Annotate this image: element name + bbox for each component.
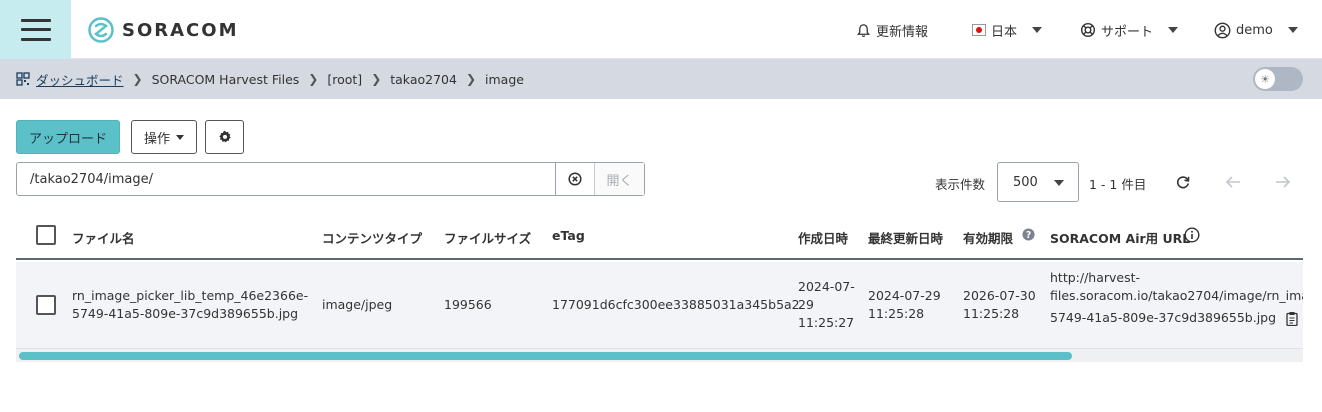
per-page-value: 500 bbox=[1013, 174, 1038, 190]
path-input[interactable] bbox=[17, 163, 555, 195]
clipboard-icon[interactable] bbox=[1286, 311, 1298, 326]
column-header-etag[interactable]: eTag bbox=[552, 228, 585, 243]
url-line: http://harvest- bbox=[1050, 270, 1141, 285]
updated-line: 2024-07-29 bbox=[868, 288, 941, 303]
column-header-created[interactable]: 作成日時 bbox=[798, 228, 848, 247]
refresh-button[interactable] bbox=[1172, 171, 1194, 193]
user-icon bbox=[1214, 22, 1231, 38]
result-range: 1 - 1 件目 bbox=[1089, 177, 1147, 192]
expires-line: 2026-07-30 bbox=[963, 288, 1036, 303]
support-menu[interactable]: サポート bbox=[1080, 20, 1179, 40]
breadcrumb-image: image bbox=[485, 71, 524, 87]
cell-file-size: 199566 bbox=[444, 297, 492, 312]
breadcrumb-takao2704[interactable]: takao2704 bbox=[390, 72, 457, 87]
arrow-left-icon bbox=[1225, 176, 1240, 188]
breadcrumb-harvest-files[interactable]: SORACOM Harvest Files bbox=[152, 72, 300, 87]
bell-icon bbox=[857, 23, 870, 37]
gear-icon bbox=[218, 130, 231, 143]
chevron-right-icon: ❯ bbox=[371, 72, 382, 86]
cell-created: 2024-07- 29 11:25:27 bbox=[798, 278, 855, 332]
language-selector[interactable]: 日本 bbox=[972, 20, 1043, 40]
top-header: SORACOM 更新情報 日本 サポート demo bbox=[0, 0, 1322, 59]
table-header: ファイル名 コンテンツタイプ ファイルサイズ eTag 作成日時 最終更新日時 … bbox=[16, 212, 1303, 260]
column-header-filename[interactable]: ファイル名 bbox=[72, 228, 135, 247]
path-field: 開く bbox=[16, 162, 645, 196]
caret-down-icon bbox=[176, 134, 184, 140]
chevron-right-icon: ❯ bbox=[132, 72, 143, 86]
chevron-down-icon bbox=[1168, 27, 1179, 33]
operations-label: 操作 bbox=[143, 131, 170, 147]
per-page-label: 表示件数 bbox=[935, 177, 986, 192]
cell-expires: 2026-07-30 11:25:28 bbox=[963, 287, 1036, 323]
column-header-updated[interactable]: 最終更新日時 bbox=[868, 228, 943, 247]
column-header-content-type[interactable]: コンテンツタイプ bbox=[322, 228, 422, 247]
filename-line: 5749-41a5-809e-37c9d389655b.jpg bbox=[72, 306, 299, 321]
column-header-expires[interactable]: 有効期限 bbox=[963, 228, 1013, 247]
next-page-button[interactable] bbox=[1272, 171, 1294, 193]
breadcrumb-dashboard[interactable]: ダッシュボード bbox=[36, 70, 124, 89]
clear-circle-icon bbox=[568, 172, 582, 186]
operations-dropdown-button[interactable]: 操作 bbox=[131, 120, 197, 154]
chevron-right-icon: ❯ bbox=[465, 72, 477, 86]
created-line: 29 bbox=[798, 297, 814, 312]
soracom-logo[interactable]: SORACOM bbox=[88, 16, 238, 44]
theme-toggle[interactable]: ☀ bbox=[1253, 67, 1303, 91]
table-row[interactable]: rn_image_picker_lib_temp_46e2366e- 5749-… bbox=[16, 262, 1303, 348]
cell-content-type: image/jpeg bbox=[322, 297, 393, 312]
select-all-checkbox[interactable] bbox=[36, 225, 56, 245]
clear-path-button[interactable] bbox=[555, 163, 594, 195]
cell-updated: 2024-07-29 11:25:28 bbox=[868, 287, 941, 323]
url-line-wrapper: 5749-41a5-809e-37c9d389655b.jpg bbox=[1050, 309, 1303, 327]
chevron-right-icon: ❯ bbox=[308, 72, 319, 86]
notifications-menu[interactable]: 更新情報 bbox=[856, 20, 928, 40]
column-header-file-size[interactable]: ファイルサイズ bbox=[444, 228, 531, 247]
svg-text:?: ? bbox=[1026, 230, 1031, 241]
column-header-air-url[interactable]: SORACOM Air用 URL bbox=[1050, 228, 1190, 247]
support-label: サポート bbox=[1101, 24, 1154, 40]
created-line: 2024-07- bbox=[798, 279, 855, 294]
chevron-down-icon bbox=[1032, 27, 1043, 33]
chevron-down-icon bbox=[1287, 27, 1298, 33]
created-line: 11:25:27 bbox=[798, 315, 855, 330]
previous-page-button[interactable] bbox=[1222, 171, 1244, 193]
brand-name: SORACOM bbox=[122, 19, 239, 41]
open-button[interactable]: 開く bbox=[594, 163, 644, 195]
scrollbar-thumb[interactable] bbox=[19, 352, 1072, 360]
lifebuoy-icon bbox=[1080, 22, 1096, 38]
url-line: 5749-41a5-809e-37c9d389655b.jpg bbox=[1050, 310, 1277, 325]
breadcrumb: ダッシュボード ❯ SORACOM Harvest Files ❯ [root]… bbox=[0, 59, 1322, 99]
refresh-icon bbox=[1176, 176, 1190, 189]
hamburger-icon bbox=[20, 18, 51, 41]
per-page-select[interactable]: 500 bbox=[997, 162, 1079, 202]
cell-filename[interactable]: rn_image_picker_lib_temp_46e2366e- 5749-… bbox=[72, 287, 322, 323]
filename-line: rn_image_picker_lib_temp_46e2366e- bbox=[72, 288, 309, 303]
info-icon[interactable] bbox=[1184, 227, 1200, 243]
settings-button[interactable] bbox=[205, 120, 244, 154]
cell-air-url: http://harvest- files.soracom.io/takao27… bbox=[1050, 269, 1303, 327]
horizontal-scrollbar[interactable] bbox=[16, 348, 1303, 362]
expires-line: 11:25:28 bbox=[963, 306, 1020, 321]
user-menu[interactable]: demo bbox=[1214, 20, 1298, 40]
breadcrumb-root[interactable]: [root] bbox=[327, 72, 362, 87]
user-name: demo bbox=[1236, 22, 1273, 38]
soracom-logo-icon bbox=[88, 17, 114, 43]
updated-line: 11:25:28 bbox=[868, 306, 925, 321]
chevron-down-icon bbox=[1054, 180, 1064, 186]
notifications-label: 更新情報 bbox=[876, 24, 929, 40]
sun-icon: ☀ bbox=[1255, 69, 1275, 89]
dashboard-grid-icon bbox=[16, 72, 30, 86]
hamburger-menu-button[interactable] bbox=[0, 0, 71, 59]
japan-flag-icon bbox=[972, 24, 986, 36]
help-icon[interactable]: ? bbox=[1022, 228, 1035, 241]
cell-etag: 177091d6cfc300ee33885031a345b5a2 bbox=[552, 297, 800, 312]
upload-button[interactable]: アップロード bbox=[16, 120, 120, 154]
url-line: files.soracom.io/takao2704/image/rn_imag… bbox=[1050, 288, 1303, 303]
language-label: 日本 bbox=[991, 24, 1018, 40]
arrow-right-icon bbox=[1276, 176, 1291, 188]
row-checkbox[interactable] bbox=[36, 295, 56, 315]
